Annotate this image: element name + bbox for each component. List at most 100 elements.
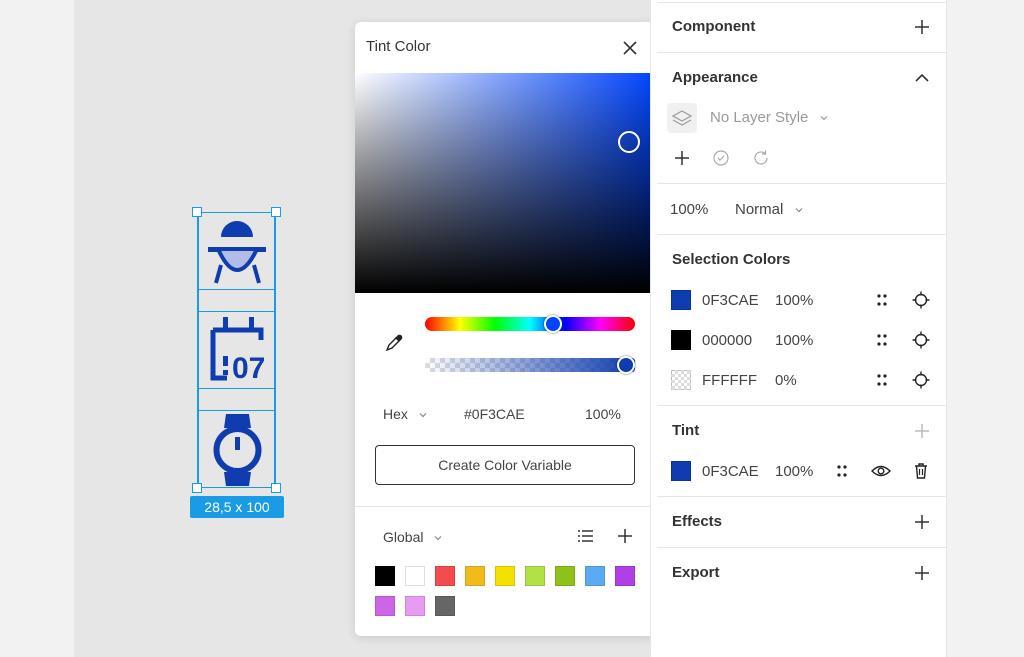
create-color-variable-button[interactable]: Create Color Variable	[375, 445, 635, 485]
close-icon[interactable]	[618, 36, 642, 60]
saturation-value-picker[interactable]	[355, 73, 655, 293]
tint-color-popup: Tint Color Hex #0F3CAE 100% Create Color…	[355, 22, 655, 636]
layer-style-select[interactable]: No Layer Style	[710, 109, 829, 126]
opacity-slider-knob[interactable]	[617, 356, 635, 374]
component-section-title: Component	[672, 18, 756, 35]
popup-divider	[355, 506, 655, 507]
selection-color-swatch[interactable]	[671, 290, 691, 310]
add-component-icon[interactable]	[912, 17, 932, 37]
blend-mode-select[interactable]: Normal	[735, 201, 804, 218]
add-tint-icon[interactable]	[912, 421, 932, 441]
library-select[interactable]: Global	[383, 529, 443, 545]
drag-handle-icon[interactable]	[832, 461, 852, 481]
layer-opacity-input[interactable]: 100%	[670, 201, 708, 218]
selection-color-opacity[interactable]: 100%	[775, 332, 813, 349]
drag-handle-icon[interactable]	[872, 330, 892, 350]
color-swatch[interactable]	[525, 566, 545, 586]
color-format-select[interactable]: Hex	[383, 406, 428, 422]
color-format-label: Hex	[383, 406, 408, 422]
opacity-input[interactable]: 100%	[585, 406, 621, 422]
appearance-section-title: Appearance	[672, 69, 758, 86]
color-swatch[interactable]	[585, 566, 605, 586]
section-divider	[657, 547, 948, 548]
color-swatch[interactable]	[465, 566, 485, 586]
section-divider	[657, 234, 948, 235]
icon-frame-bug[interactable]	[198, 212, 275, 290]
color-swatch[interactable]	[375, 566, 395, 586]
tint-opacity-value[interactable]: 100%	[775, 463, 813, 480]
hex-input[interactable]: #0F3CAE	[464, 406, 525, 422]
eyedropper-icon[interactable]	[384, 333, 404, 353]
opacity-slider[interactable]	[425, 356, 635, 374]
color-swatch[interactable]	[435, 566, 455, 586]
selection-colors-title: Selection Colors	[672, 251, 791, 268]
chevron-down-icon	[434, 536, 442, 541]
color-swatch[interactable]	[405, 596, 425, 616]
selection-color-swatch[interactable]	[671, 330, 691, 350]
add-effect-icon[interactable]	[912, 512, 932, 532]
right-gutter	[947, 0, 1024, 657]
color-swatch[interactable]	[615, 566, 635, 586]
icon-gap-1	[198, 290, 275, 311]
selection-color-hex[interactable]: 0F3CAE	[702, 292, 759, 309]
resize-handle-bottom-right[interactable]	[271, 483, 281, 493]
target-icon[interactable]	[911, 330, 931, 350]
color-swatch[interactable]	[405, 566, 425, 586]
color-swatch[interactable]	[375, 596, 395, 616]
color-swatch[interactable]	[555, 566, 575, 586]
chevron-up-icon[interactable]	[912, 68, 932, 88]
target-icon[interactable]	[911, 290, 931, 310]
resize-handle-top-left[interactable]	[192, 207, 202, 217]
add-icon[interactable]	[672, 148, 692, 168]
section-divider	[657, 183, 948, 184]
drag-handle-icon[interactable]	[872, 370, 892, 390]
left-gutter	[0, 0, 74, 657]
section-divider	[657, 2, 948, 3]
properties-panel: Component Appearance No Layer Style 100%…	[650, 0, 948, 657]
resize-handle-top-right[interactable]	[271, 207, 281, 217]
library-label: Global	[383, 529, 424, 545]
layer-style-thumbnail[interactable]	[667, 103, 697, 133]
selection-color-swatch[interactable]	[671, 370, 691, 390]
bug-icon	[208, 221, 266, 284]
tint-color-swatch[interactable]	[671, 461, 691, 481]
selection-color-hex[interactable]: 000000	[702, 332, 752, 349]
layer-style-label: No Layer Style	[710, 109, 809, 126]
eye-icon[interactable]	[871, 461, 891, 481]
selection-size-badge: 28,5 x 100	[190, 496, 284, 518]
trash-icon[interactable]	[911, 461, 931, 481]
effects-section-title: Effects	[672, 513, 723, 530]
selection-color-opacity[interactable]: 100%	[775, 292, 813, 309]
export-section-title: Export	[672, 564, 720, 581]
list-view-icon[interactable]	[576, 526, 596, 546]
tint-hex-value[interactable]: 0F3CAE	[702, 463, 759, 480]
icon-frame-calendar[interactable]: 07	[198, 311, 275, 389]
target-icon[interactable]	[911, 370, 931, 390]
calendar-icon: 07	[210, 317, 265, 385]
icon-frame-watch[interactable]	[198, 410, 275, 488]
calendar-day-text: 07	[232, 352, 265, 385]
add-swatch-icon[interactable]	[615, 526, 635, 546]
drag-handle-icon[interactable]	[872, 290, 892, 310]
section-divider	[657, 52, 948, 53]
watch-icon	[213, 414, 262, 486]
chevron-down-icon	[820, 116, 827, 121]
saturation-value-handle[interactable]	[618, 131, 640, 153]
chevron-down-icon	[419, 413, 427, 418]
color-swatch[interactable]	[435, 596, 455, 616]
check-circle-icon[interactable]	[711, 148, 731, 168]
hue-slider-knob[interactable]	[544, 315, 563, 333]
resize-handle-bottom-left[interactable]	[192, 483, 202, 493]
selection-color-hex[interactable]: FFFFFF	[702, 372, 757, 389]
hue-slider[interactable]	[425, 315, 635, 333]
add-export-icon[interactable]	[912, 563, 932, 583]
icon-gap-2	[198, 389, 275, 410]
chevron-down-icon	[795, 208, 802, 213]
layers-icon	[671, 110, 693, 126]
popup-title: Tint Color	[366, 38, 431, 55]
section-divider	[657, 405, 948, 406]
selection-color-opacity[interactable]: 0%	[775, 372, 797, 389]
section-divider	[657, 496, 948, 497]
refresh-icon[interactable]	[751, 148, 771, 168]
color-swatch[interactable]	[495, 566, 515, 586]
